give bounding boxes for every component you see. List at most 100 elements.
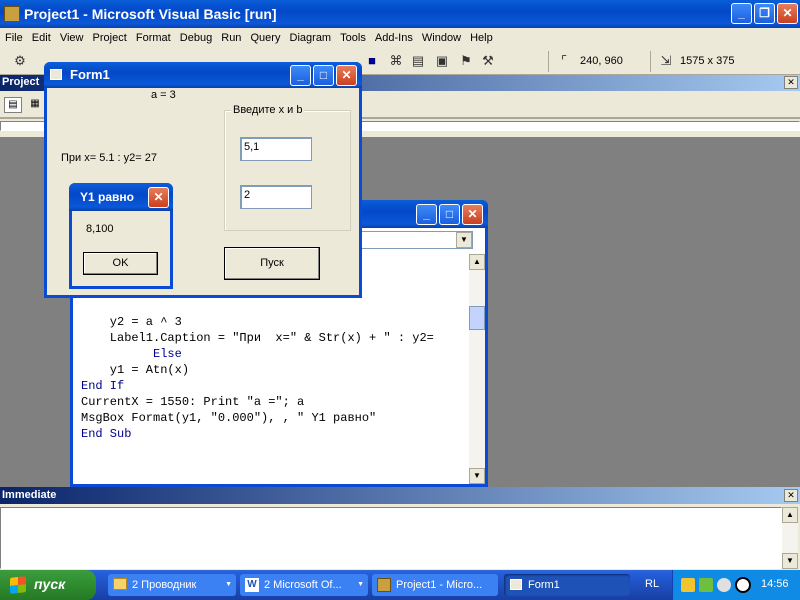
b-input[interactable]: 2: [240, 185, 312, 209]
immediate-input[interactable]: [0, 507, 782, 569]
scroll-thumb[interactable]: [469, 306, 485, 330]
form-layout-icon[interactable]: ▣: [434, 53, 450, 69]
start-menu-button[interactable]: пуск: [0, 570, 96, 600]
code-line: CurrentX = 1550: Print "a ="; a: [81, 395, 305, 409]
ok-button[interactable]: OK: [83, 252, 158, 275]
tray-volume-icon[interactable]: [717, 578, 731, 592]
start-label: пуск: [34, 576, 66, 592]
taskbar-office-label: 2 Microsoft Of...: [264, 579, 342, 591]
msgbox-window: Y1 равно ✕ 8,100 OK: [69, 183, 173, 289]
print-output: a = 3: [151, 89, 176, 101]
immediate-header: Immediate ✕: [0, 487, 800, 504]
form1-maximize-button[interactable]: □: [313, 65, 334, 86]
label1: При x= 5.1 : y2= 27: [61, 152, 157, 164]
code-line: End If: [81, 379, 125, 393]
form1-title: Form1: [70, 67, 110, 82]
code-close-button[interactable]: ✕: [462, 204, 483, 225]
immediate-scroll-down[interactable]: ▼: [782, 553, 798, 569]
add-project-icon[interactable]: ⚙: [12, 53, 28, 69]
menu-format[interactable]: Format: [133, 29, 174, 47]
project-panel-close-icon[interactable]: ✕: [784, 76, 798, 89]
msgbox-title: Y1 равно: [80, 190, 134, 204]
menu-tools[interactable]: Tools: [337, 29, 369, 47]
taskbar-explorer[interactable]: 2 Проводник ▼: [108, 574, 236, 596]
taskbar-vb-label: Project1 - Micro...: [396, 579, 483, 591]
vb-icon: [377, 578, 391, 592]
position-icon: ⌜: [560, 53, 568, 68]
menu-add-ins[interactable]: Add-Ins: [372, 29, 416, 47]
taskbar-form1-label: Form1: [528, 579, 560, 591]
code-maximize-button[interactable]: □: [439, 204, 460, 225]
menu-debug[interactable]: Debug: [177, 29, 215, 47]
form-icon: [510, 579, 522, 590]
view-code-icon[interactable]: ▤: [4, 97, 22, 113]
chevron-down-icon[interactable]: ▼: [456, 232, 472, 248]
view-object-icon[interactable]: ▦: [26, 97, 44, 113]
tray-network-icon[interactable]: [699, 578, 713, 592]
form1-minimize-button[interactable]: _: [290, 65, 311, 86]
code-line: Else: [81, 347, 182, 361]
taskbar-explorer-label: 2 Проводник: [132, 579, 197, 591]
restore-button[interactable]: ❐: [754, 3, 775, 24]
language-indicator[interactable]: RL: [645, 578, 659, 590]
start-button[interactable]: Пуск: [224, 247, 320, 280]
main-title-bar: Project1 - Microsoft Visual Basic [run] …: [0, 0, 800, 28]
position-readout: 240, 960: [580, 55, 623, 67]
immediate-scrollbar[interactable]: ▲ ▼: [782, 507, 798, 569]
msgbox-message: 8,100: [86, 223, 114, 235]
properties-icon[interactable]: ▤: [410, 53, 426, 69]
menu-view[interactable]: View: [57, 29, 87, 47]
menu-file[interactable]: File: [2, 29, 26, 47]
immediate-scroll-up[interactable]: ▲: [782, 507, 798, 523]
msgbox-close-button[interactable]: ✕: [148, 187, 169, 208]
msgbox-title-bar: Y1 равно ✕: [69, 183, 173, 211]
tray-panda-icon[interactable]: [735, 577, 751, 593]
immediate-window: Immediate ✕ ▲ ▼: [0, 487, 800, 570]
tray-app-icon[interactable]: [681, 578, 695, 592]
vb-app-icon: [4, 6, 20, 22]
code-line: Label1.Caption = "При x=" & Str(x) + " :…: [81, 331, 434, 345]
taskbar: пуск 2 Проводник ▼ W 2 Microsoft Of... ▼…: [0, 570, 800, 600]
menu-help[interactable]: Help: [467, 29, 496, 47]
x-input[interactable]: 5,1: [240, 137, 312, 161]
folder-icon: [113, 578, 127, 590]
stop-icon[interactable]: ■: [364, 53, 380, 69]
code-line: End Sub: [81, 427, 132, 441]
menu-project[interactable]: Project: [90, 29, 130, 47]
menu-run[interactable]: Run: [218, 29, 244, 47]
form-icon: [50, 69, 62, 80]
menu-bar: File Edit View Project Format Debug Run …: [0, 28, 800, 48]
input-frame-caption: Введите x и b: [231, 104, 305, 116]
word-icon: W: [245, 578, 259, 592]
taskbar-vb-project[interactable]: Project1 - Micro...: [372, 574, 498, 596]
windows-logo-icon: [10, 576, 26, 594]
toolbox-icon[interactable]: ⚒: [480, 53, 496, 69]
taskbar-office[interactable]: W 2 Microsoft Of... ▼: [240, 574, 368, 596]
clock: 14:56: [761, 578, 789, 590]
scroll-down-button[interactable]: ▼: [469, 468, 485, 484]
immediate-close-icon[interactable]: ✕: [784, 489, 798, 502]
main-window-title: Project1 - Microsoft Visual Basic [run]: [24, 6, 277, 22]
size-icon: ⇲: [660, 53, 672, 68]
form1-title-bar: Form1 _ □ ✕: [44, 62, 362, 88]
chevron-down-icon: ▼: [357, 581, 364, 588]
menu-window[interactable]: Window: [419, 29, 464, 47]
project-panel-title: Project: [2, 76, 40, 88]
form1-close-button[interactable]: ✕: [336, 65, 357, 86]
code-vertical-scrollbar[interactable]: ▲ ▼: [469, 254, 485, 484]
code-line: MsgBox Format(y1, "0.000"), , " Y1 равно…: [81, 411, 377, 425]
system-tray: 14:56: [672, 570, 800, 600]
menu-diagram[interactable]: Diagram: [287, 29, 335, 47]
close-button[interactable]: ✕: [777, 3, 798, 24]
menu-query[interactable]: Query: [248, 29, 284, 47]
project-explorer-icon[interactable]: ⌘: [388, 53, 404, 69]
input-frame: Введите x и b 5,1 2: [224, 104, 351, 231]
code-minimize-button[interactable]: _: [416, 204, 437, 225]
code-line: y1 = Atn(x): [81, 363, 190, 377]
menu-edit[interactable]: Edit: [29, 29, 54, 47]
minimize-button[interactable]: _: [731, 3, 752, 24]
object-browser-icon[interactable]: ⚑: [458, 53, 474, 69]
scroll-up-button[interactable]: ▲: [469, 254, 485, 270]
taskbar-form1[interactable]: Form1: [504, 574, 630, 596]
toolbar-separator: [548, 51, 549, 72]
